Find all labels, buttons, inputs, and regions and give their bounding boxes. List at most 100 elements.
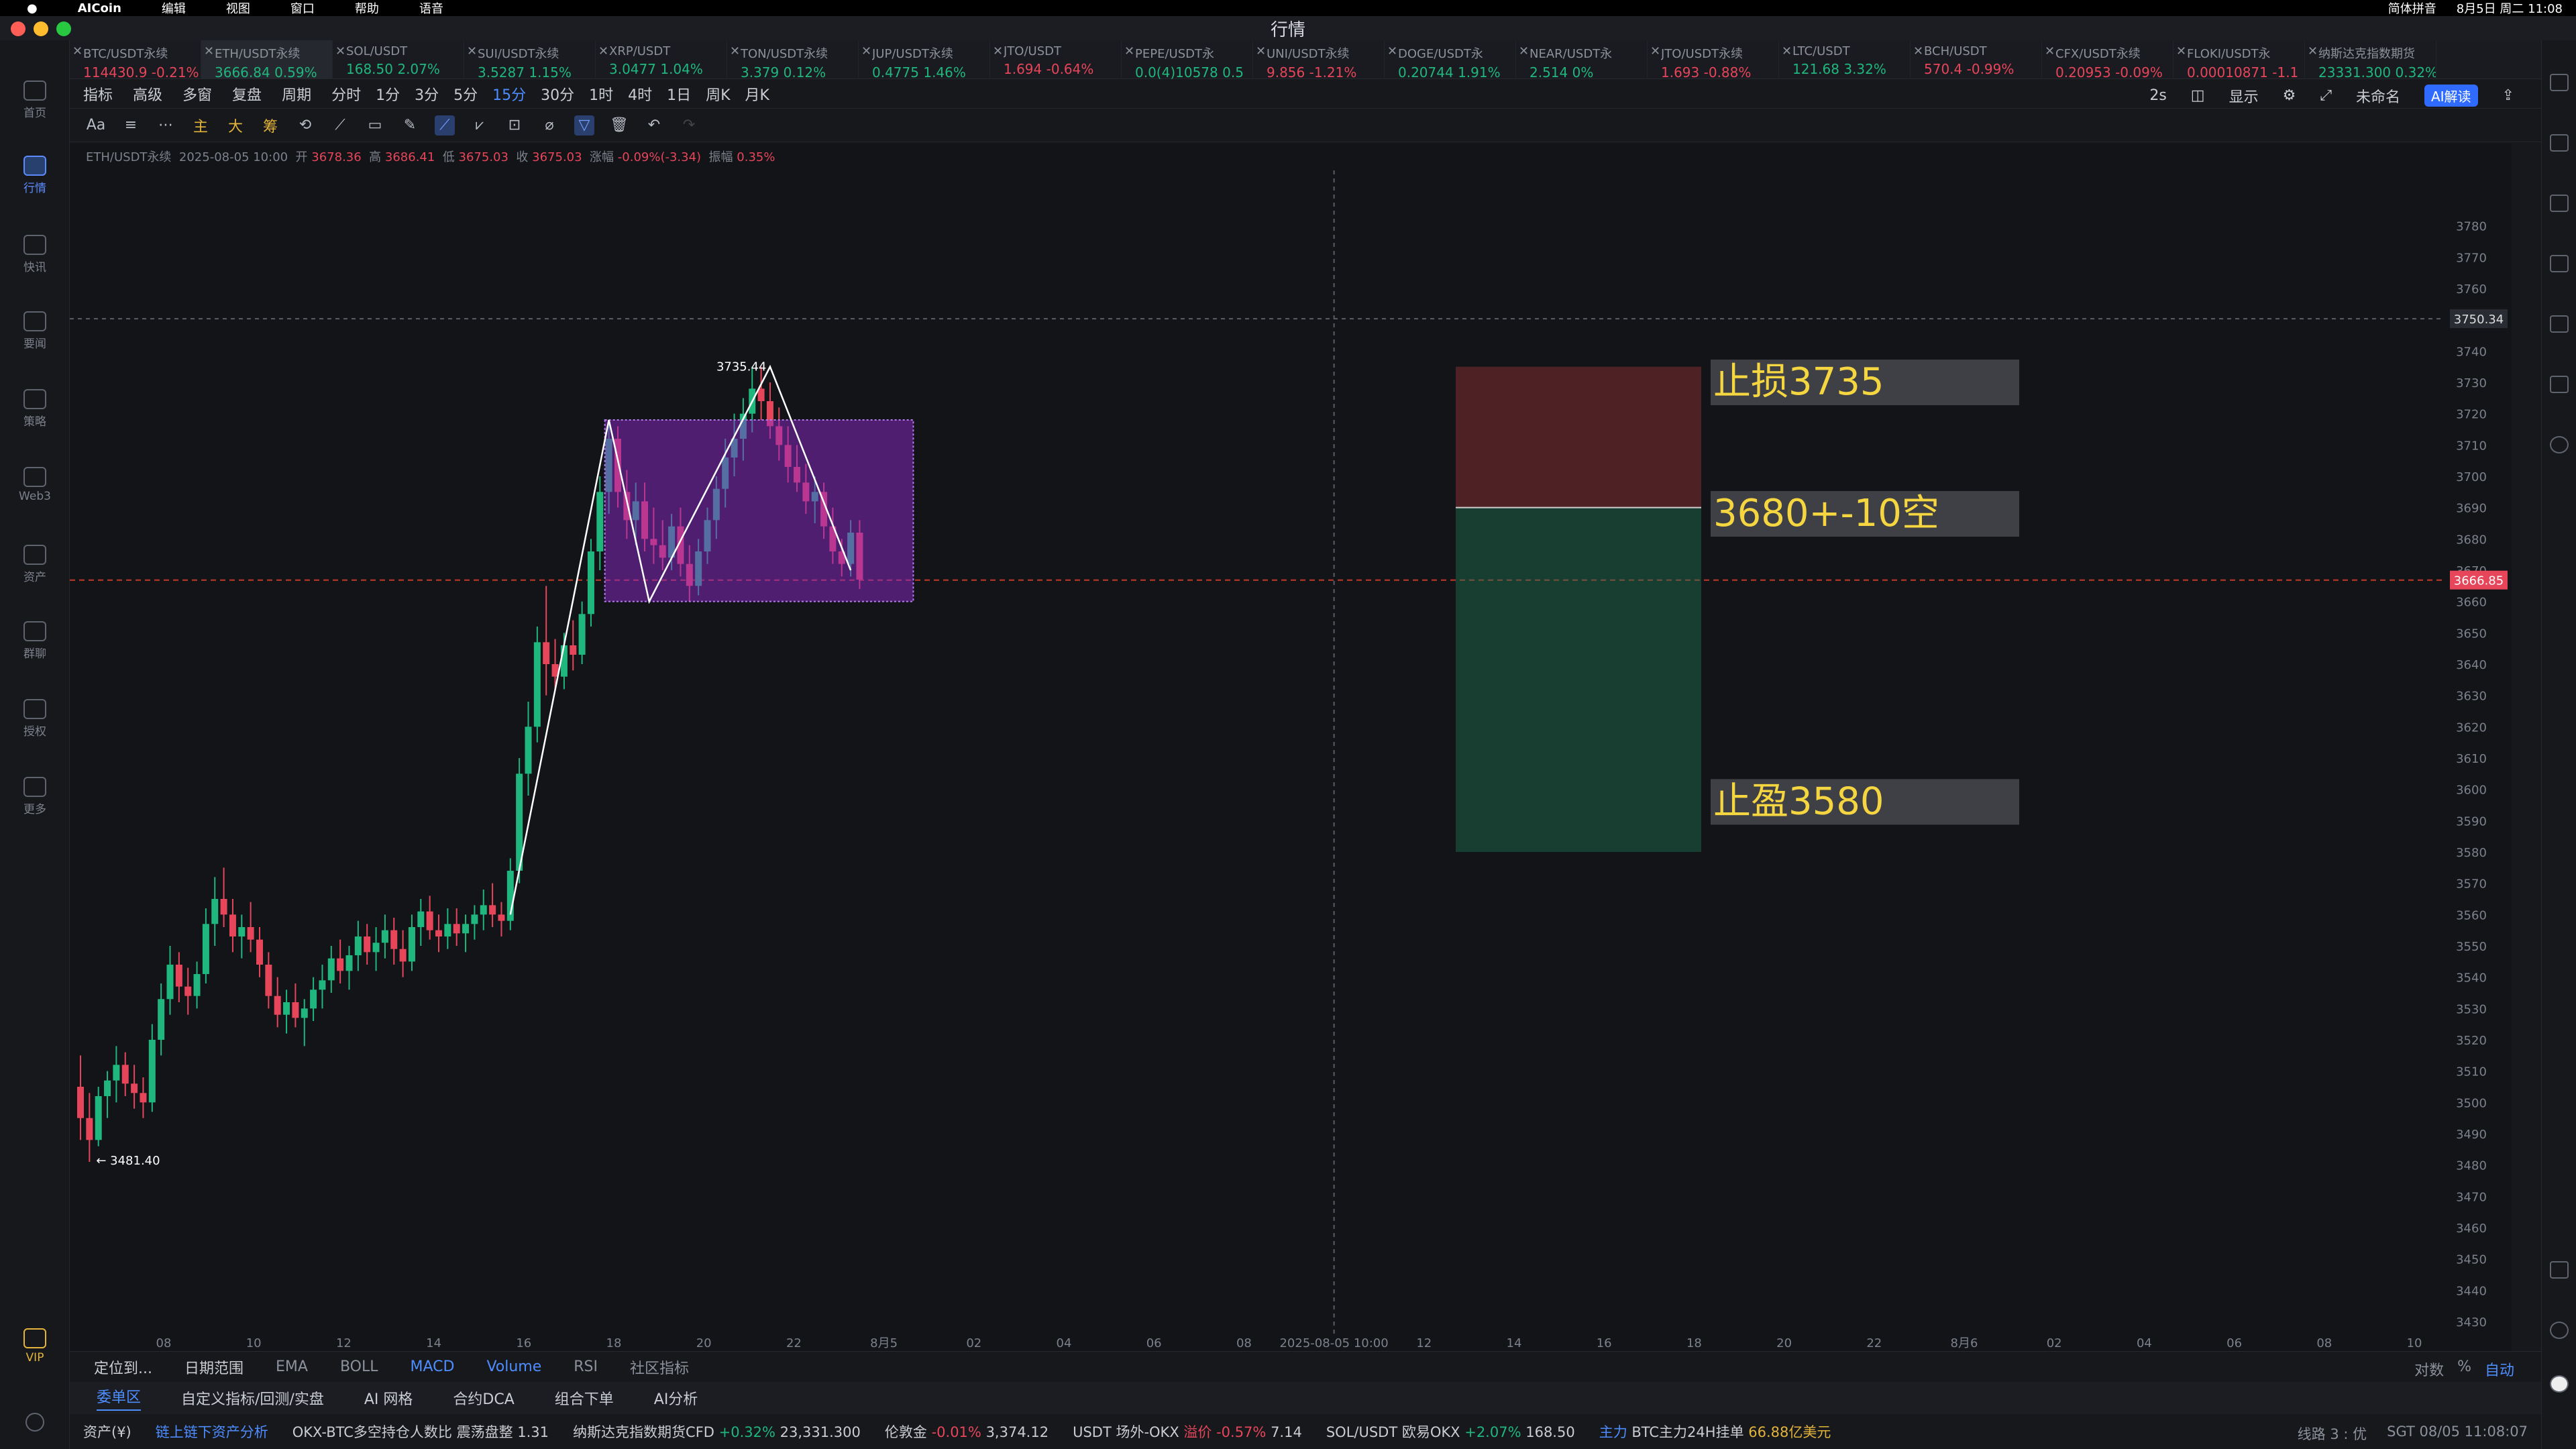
export-icon[interactable]	[2550, 195, 2569, 212]
interval-tab[interactable]: 1分	[376, 83, 400, 105]
ticker-tab[interactable]: ✕ JUP/USDT永续 0.4775 1.46%	[859, 40, 990, 80]
layout-icon[interactable]	[2550, 74, 2569, 91]
close-icon[interactable]: ✕	[598, 44, 608, 58]
tab-ai-grid[interactable]: AI 网格	[364, 1387, 413, 1409]
text-tool[interactable]: Aa	[86, 115, 106, 136]
ticker-tab[interactable]: ✕ UNI/USDT永续 9.856 -1.21%	[1253, 40, 1385, 80]
ticker-tab[interactable]: ✕ TON/USDT永续 3.379 0.12%	[727, 40, 859, 80]
close-window-button[interactable]	[11, 21, 25, 36]
menu-window[interactable]: 窗口	[290, 0, 315, 17]
connection-line[interactable]: 线路 3 : 优	[2298, 1424, 2367, 1444]
interval-tab[interactable]: 1时	[589, 83, 613, 105]
sidebar-item-more[interactable]: 更多	[0, 777, 70, 816]
close-icon[interactable]: ✕	[2176, 44, 2186, 58]
close-icon[interactable]: ✕	[204, 44, 214, 58]
indicator-boll[interactable]: BOLL	[340, 1358, 378, 1375]
multi-window-button[interactable]: 多窗	[182, 83, 212, 105]
asset-analysis-link[interactable]: 链上链下资产分析	[156, 1421, 268, 1442]
ticker-tab[interactable]: ✕ SOL/USDT 168.50 2.07%	[333, 40, 464, 79]
sidebar-item-market[interactable]: 行情	[0, 156, 70, 195]
sidebar-item-strategy[interactable]: 策略	[0, 389, 70, 429]
replay-button[interactable]: 复盘	[232, 83, 262, 105]
hline-tool-icon[interactable]: ≡	[121, 115, 141, 136]
minimize-window-button[interactable]	[34, 21, 48, 36]
ticker-tab[interactable]: ✕ PEPE/USDT永 0.0(4)10578 0.5	[1122, 40, 1253, 80]
screen-icon[interactable]	[2550, 315, 2569, 333]
close-icon[interactable]: ✕	[2045, 44, 2055, 58]
zoom-window-button[interactable]	[56, 21, 71, 36]
gear-icon[interactable]: ⚙	[2283, 87, 2296, 104]
rectangle-tool-icon[interactable]: ▭	[365, 115, 385, 136]
sidebar-item-web3[interactable]: Web3	[0, 467, 70, 503]
close-icon[interactable]: ✕	[861, 44, 871, 58]
large-order-tool[interactable]: 大	[225, 115, 246, 136]
chart-stats-icon[interactable]	[2550, 255, 2569, 272]
locate-button[interactable]: 定位到...	[94, 1356, 152, 1378]
interval-tab[interactable]: 分时	[331, 83, 361, 105]
chips-tool[interactable]: 筹	[260, 115, 280, 136]
clock-icon[interactable]	[2550, 436, 2569, 453]
settings-button[interactable]	[0, 1413, 70, 1434]
interval-tab[interactable]: 周K	[706, 83, 730, 105]
close-icon[interactable]: ✕	[335, 44, 345, 58]
indicator-macd[interactable]: MACD	[410, 1358, 454, 1375]
brush-icon[interactable]: ⌀	[539, 115, 559, 136]
pencil-icon[interactable]: ✎	[400, 115, 420, 136]
close-icon[interactable]: ✕	[1913, 44, 1923, 58]
interval-tab[interactable]: 30分	[541, 83, 574, 105]
filter-icon[interactable]: ▽	[574, 115, 594, 136]
ticker-tab[interactable]: ✕ JTO/USDT 1.694 -0.64%	[990, 40, 1122, 79]
annotation-icon[interactable]: ⊡	[504, 115, 525, 136]
ticker-tab[interactable]: ✕ 纳斯达克指数期货 23331.300 0.32%	[2305, 40, 2436, 80]
sidebar-item-home[interactable]: 首页	[0, 80, 70, 120]
measure-icon[interactable]: ⟋	[330, 115, 350, 136]
menu-edit[interactable]: 编辑	[162, 0, 186, 17]
tab-custom-indicator[interactable]: 自定义指标/回测/实盘	[181, 1387, 324, 1409]
interval-tab[interactable]: 3分	[415, 83, 439, 105]
ime-indicator[interactable]: 简体拼音	[2388, 0, 2436, 17]
log-scale-toggle[interactable]: 对数	[2414, 1358, 2444, 1380]
tab-contract-dca[interactable]: 合约DCA	[453, 1387, 514, 1409]
close-icon[interactable]: ✕	[467, 44, 477, 58]
headset-icon[interactable]	[2550, 1322, 2569, 1339]
sidebar-item-flash[interactable]: 快讯	[0, 235, 70, 274]
menu-app-name[interactable]: AICoin	[78, 1, 121, 15]
redo-icon[interactable]: ↷	[679, 115, 699, 136]
fullscreen-icon[interactable]: ⤢	[2320, 87, 2332, 104]
mascot-icon[interactable]	[2550, 1375, 2569, 1393]
tab-order-area[interactable]: 委单区	[97, 1385, 142, 1411]
close-icon[interactable]: ✕	[1124, 44, 1134, 58]
close-icon[interactable]: ✕	[993, 44, 1003, 58]
undo-icon[interactable]: ↶	[644, 115, 664, 136]
compare-icon[interactable]: ⟲	[295, 115, 315, 136]
date-range-dropdown[interactable]: 日期范围	[184, 1356, 244, 1378]
sidebar-item-chat[interactable]: 群聊	[0, 621, 70, 661]
panel-icon[interactable]	[2550, 1261, 2569, 1279]
sidebar-item-assets[interactable]: 资产	[0, 545, 70, 584]
close-icon[interactable]: ✕	[1519, 44, 1529, 58]
interval-tab[interactable]: 5分	[453, 83, 478, 105]
interval-tab[interactable]: 1日	[667, 83, 691, 105]
clock[interactable]: 8月5日 周二 11:08	[2457, 0, 2563, 17]
ai-interpret-button[interactable]: AI解读	[2424, 85, 2478, 107]
ticker-tab[interactable]: ✕ BCH/USDT 570.4 -0.99%	[1911, 40, 2042, 79]
close-icon[interactable]: ✕	[730, 44, 740, 58]
ticker-tab[interactable]: ✕ BTC/USDT永续 114430.9 -0.21%	[70, 40, 201, 80]
camera-icon[interactable]: ◫	[2191, 87, 2205, 104]
ticker-tab[interactable]: ✕ CFX/USDT永续 0.20953 -0.09%	[2042, 40, 2174, 80]
ticker-tab[interactable]: ✕ JTO/USDT永续 1.693 -0.88%	[1648, 40, 1779, 80]
assets-label[interactable]: 资产(¥)	[83, 1421, 131, 1442]
interval-tab[interactable]: 月K	[745, 83, 769, 105]
document-icon[interactable]	[2550, 134, 2569, 152]
indicator-ema[interactable]: EMA	[276, 1358, 308, 1375]
share-icon[interactable]: ⇪	[2502, 87, 2514, 104]
refresh-interval[interactable]: 2s	[2149, 87, 2166, 104]
more-tools-icon[interactable]: ⋯	[156, 115, 176, 136]
main-chart-tool[interactable]: 主	[191, 115, 211, 136]
ticker-tab[interactable]: ✕ LTC/USDT 121.68 3.32%	[1779, 40, 1911, 79]
interval-tab[interactable]: 4时	[628, 83, 652, 105]
tab-ai-analysis[interactable]: AI分析	[654, 1387, 698, 1409]
ticker-tab[interactable]: ✕ NEAR/USDT永 2.514 0%	[1516, 40, 1648, 80]
ticker-tab[interactable]: ✕ FLOKI/USDT永 0.00010871 -1.1	[2174, 40, 2305, 80]
card-icon[interactable]	[2550, 376, 2569, 393]
